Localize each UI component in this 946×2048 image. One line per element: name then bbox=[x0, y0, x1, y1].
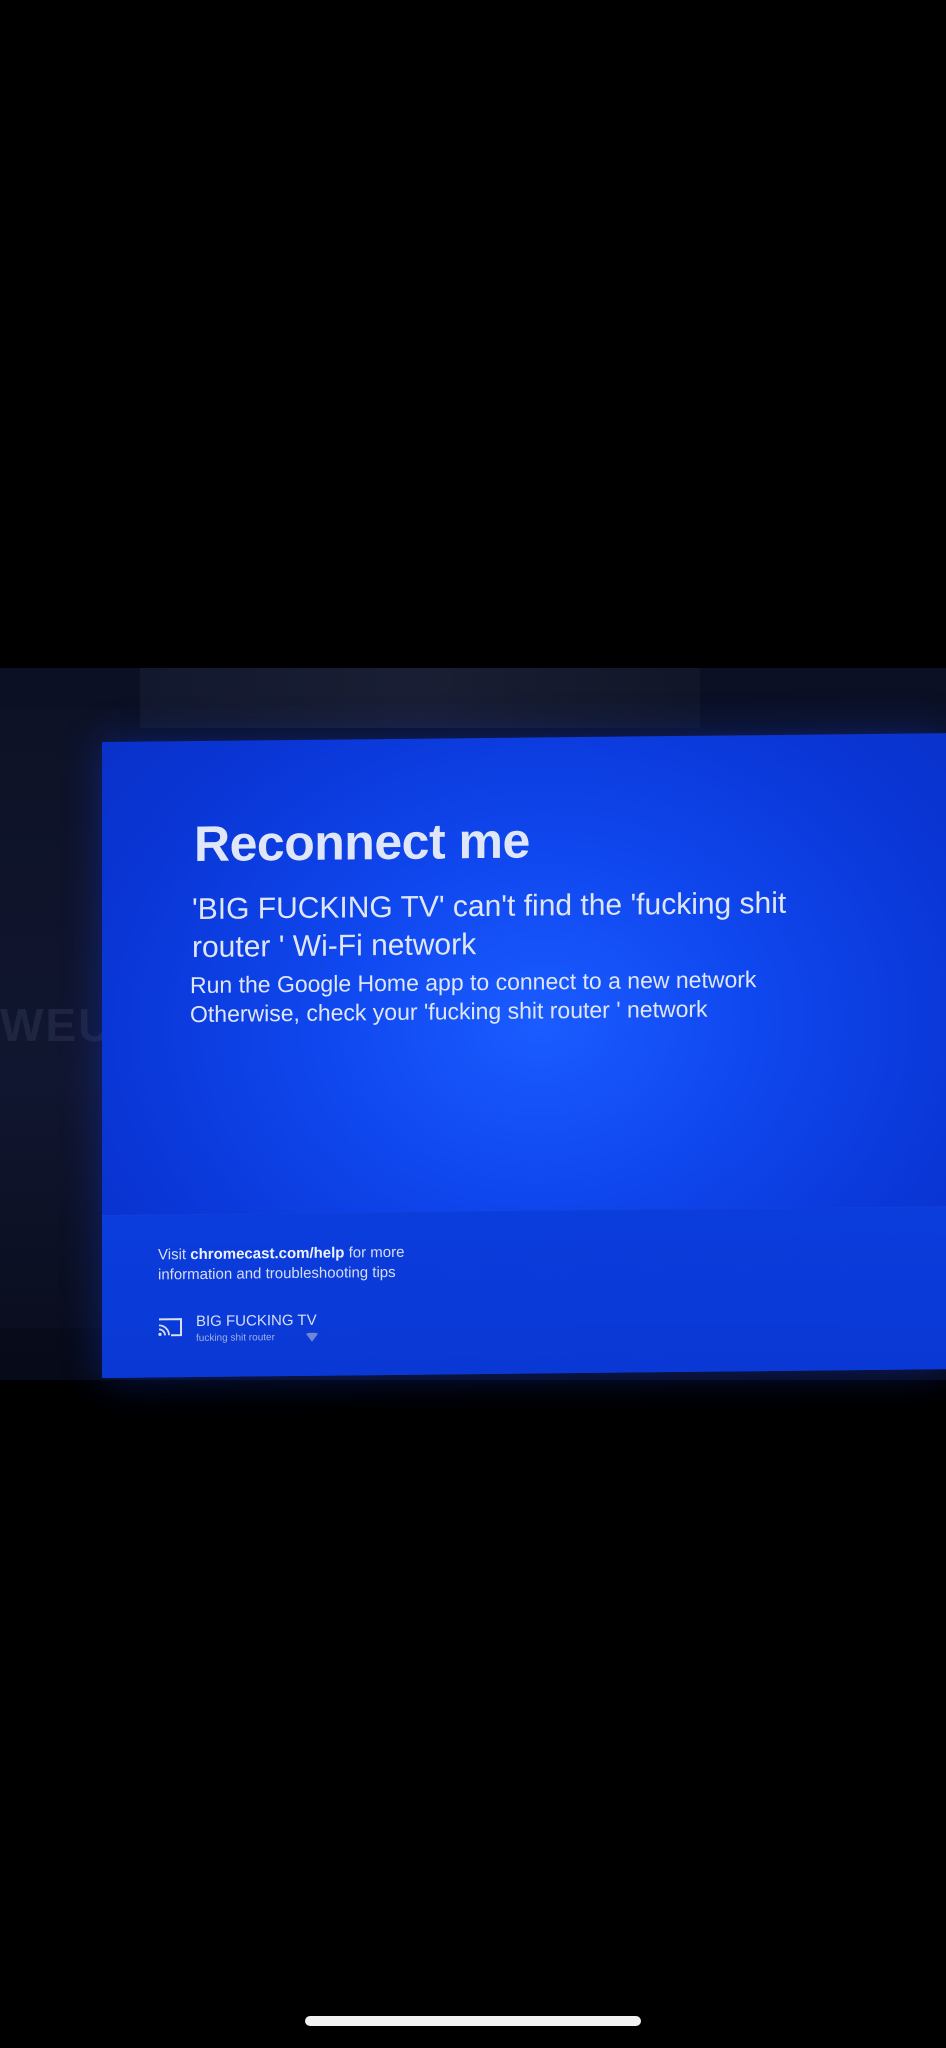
page-title: Reconnect me bbox=[194, 812, 530, 873]
instruction-line-2: Otherwise, check your 'fucking shit rout… bbox=[190, 995, 708, 1028]
help-prefix: Visit bbox=[158, 1246, 191, 1264]
device-network-name: fucking shit router bbox=[196, 1332, 275, 1345]
background-shelf bbox=[140, 668, 700, 728]
error-subtitle: 'BIG FUCKING TV' can't find the 'fucking… bbox=[192, 886, 787, 965]
device-name: BIG FUCKING TV bbox=[196, 1311, 317, 1331]
wifi-icon bbox=[306, 1332, 318, 1342]
help-link[interactable]: chromecast.com/help bbox=[190, 1244, 344, 1263]
home-indicator[interactable] bbox=[305, 2016, 641, 2026]
tv-screen: Reconnect me 'BIG FUCKING TV' can't find… bbox=[102, 733, 946, 1378]
device-info: BIG FUCKING TV fucking shit router bbox=[156, 1311, 416, 1354]
instruction-line-1: Run the Google Home app to connect to a … bbox=[190, 966, 757, 999]
instructions: Run the Google Home app to connect to a … bbox=[190, 964, 890, 1029]
screen-footer: Visit chromecast.com/help for more infor… bbox=[102, 1206, 946, 1378]
cast-icon bbox=[158, 1318, 182, 1337]
help-text: Visit chromecast.com/help for more infor… bbox=[158, 1242, 478, 1285]
